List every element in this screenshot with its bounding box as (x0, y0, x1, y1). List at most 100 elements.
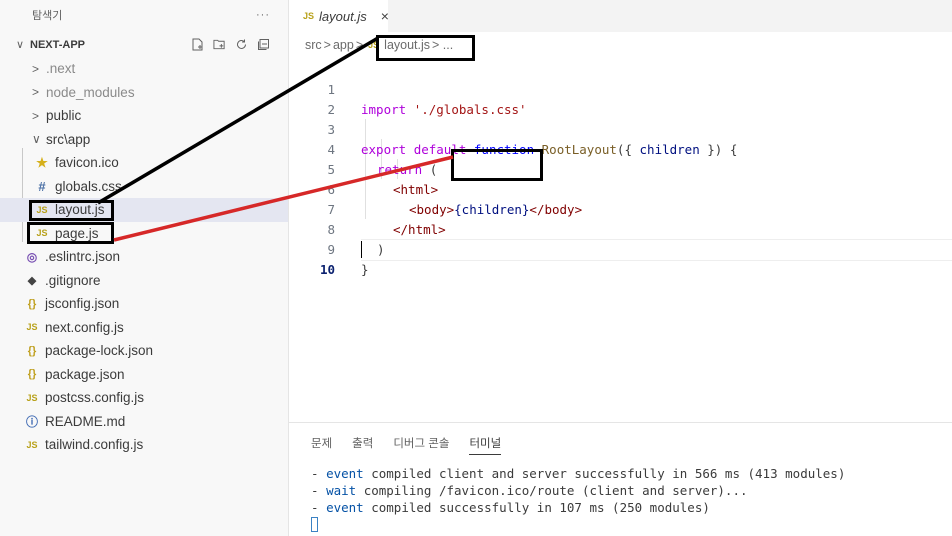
tree-item-label: package.json (45, 366, 125, 382)
css-file-icon: # (38, 178, 46, 194)
tree-item-label: jsconfig.json (45, 296, 120, 312)
code-line: 8 ) (289, 200, 952, 257)
eslint-file-icon: ◎ (26, 249, 38, 264)
code-line: 5 <html> (289, 140, 952, 197)
terminal-output[interactable]: - event compiled client and server succe… (311, 465, 845, 532)
tree-item-gitignore[interactable]: ◆ .gitignore (0, 269, 288, 293)
code-editor[interactable]: 1 import './globals.css' 2 3 export defa… (289, 60, 952, 277)
code-line: 6 <body>{children}</body> (289, 160, 952, 217)
tree-item-label: globals.css (55, 178, 122, 194)
close-icon[interactable]: × (381, 8, 389, 24)
panel-tabs: 문제 출력 디버그 콘솔 터미널 (311, 435, 502, 455)
breadcrumb-separator: > (355, 38, 364, 52)
terminal-text: compiling /favicon.ico/route (client and… (356, 483, 748, 498)
highlight-box-page-js (27, 222, 114, 244)
tree-item-tailwind-config[interactable]: JS tailwind.config.js (0, 433, 288, 457)
tree-item-eslintrc[interactable]: ◎ .eslintrc.json (0, 245, 288, 269)
chevron-down-icon: ∨ (16, 39, 25, 51)
more-actions-icon[interactable]: ··· (256, 9, 270, 21)
star-icon: ★ (36, 154, 48, 170)
breadcrumb-app[interactable]: app (333, 38, 354, 52)
terminal-dash: - (311, 483, 327, 498)
tree-item-label: next.config.js (45, 319, 124, 335)
chevron-right-icon: > (32, 108, 40, 123)
git-file-icon: ◆ (27, 274, 37, 287)
code-line: 10 (289, 240, 952, 277)
terminal-keyword: wait (326, 483, 357, 498)
refresh-icon[interactable] (235, 38, 248, 51)
new-file-icon[interactable] (191, 38, 204, 51)
text-cursor (361, 241, 362, 258)
tab-debug-console[interactable]: 디버그 콘솔 (393, 435, 449, 455)
tree-item-label: postcss.config.js (45, 390, 145, 406)
tree-item-label: tailwind.config.js (45, 437, 144, 453)
bottom-panel: 문제 출력 디버그 콘솔 터미널 - event compiled client… (289, 422, 952, 536)
tab-label: layout.js (319, 8, 367, 24)
tree-item-label: .eslintrc.json (45, 249, 121, 265)
chevron-down-icon: ∨ (32, 132, 41, 147)
json-file-icon: {} (27, 344, 37, 357)
project-folder[interactable]: ∨ NEXT-APP (0, 33, 288, 56)
tree-item-label: package-lock.json (45, 343, 154, 359)
js-file-icon: JS (26, 392, 38, 403)
info-icon: ⓘ (25, 414, 38, 429)
tree-item-next-config[interactable]: JS next.config.js (0, 316, 288, 340)
highlight-box-children (451, 149, 543, 181)
code-line: 4 return ( (289, 120, 952, 177)
terminal-dash: - (311, 500, 327, 515)
breadcrumb-separator: > (323, 38, 331, 52)
tree-item-jsconfig[interactable]: {} jsconfig.json (0, 292, 288, 316)
highlight-box-layout-js (29, 200, 114, 221)
file-tree: > .next > node_modules > public ∨ src\ap… (0, 57, 288, 457)
tab-problems[interactable]: 문제 (311, 435, 332, 455)
code-line: 9 } (289, 220, 952, 277)
tree-item-next[interactable]: > .next (0, 57, 288, 81)
terminal-line: - wait compiling /favicon.ico/route (cli… (311, 482, 845, 499)
json-file-icon: {} (27, 297, 37, 310)
tree-item-label: favicon.ico (55, 155, 119, 171)
project-name: NEXT-APP (30, 38, 86, 51)
terminal-text: compiled successfully in 107 ms (250 mod… (363, 500, 710, 515)
tree-item-readme[interactable]: ⓘ README.md (0, 410, 288, 434)
terminal-line: - event compiled client and server succe… (311, 465, 845, 482)
js-file-icon: JS (26, 322, 38, 333)
tree-item-public[interactable]: > public (0, 104, 288, 128)
tree-item-label: node_modules (46, 84, 135, 100)
js-file-icon: JS (303, 11, 315, 21)
highlight-box-breadcrumb (376, 35, 475, 61)
editor-tab-bar: JS layout.js × (289, 0, 952, 32)
js-file-icon: JS (26, 439, 38, 450)
terminal-keyword: event (326, 500, 364, 515)
tree-item-postcss-config[interactable]: JS postcss.config.js (0, 386, 288, 410)
tree-item-node-modules[interactable]: > node_modules (0, 81, 288, 105)
tree-item-label: .gitignore (45, 272, 101, 288)
tree-item-favicon[interactable]: ★ favicon.ico (0, 151, 288, 175)
tab-layout-js[interactable]: JS layout.js × (289, 0, 389, 32)
breadcrumb-src[interactable]: src (305, 38, 322, 52)
tree-item-package-json[interactable]: {} package.json (0, 363, 288, 387)
chevron-right-icon: > (32, 61, 40, 76)
collapse-all-icon[interactable] (257, 38, 270, 51)
terminal-text: compiled client and server successfully … (363, 466, 846, 481)
tree-item-package-lock[interactable]: {} package-lock.json (0, 339, 288, 363)
terminal-line: - event compiled successfully in 107 ms … (311, 499, 845, 516)
terminal-keyword: event (326, 466, 364, 481)
code-line: 1 import './globals.css' (289, 60, 952, 117)
tab-terminal[interactable]: 터미널 (469, 435, 502, 455)
tree-item-label: README.md (45, 413, 126, 429)
punctuation: } (361, 262, 369, 277)
json-file-icon: {} (27, 368, 37, 381)
tree-item-src-app[interactable]: ∨ src\app (0, 128, 288, 152)
explorer-sidebar: 탐색기 ··· ∨ NEXT-APP > .next > node_module… (0, 0, 289, 536)
tab-output[interactable]: 출력 (352, 435, 373, 455)
code-line: 2 (289, 80, 952, 117)
code-line: 7 </html> (289, 180, 952, 237)
tree-item-label: public (46, 108, 82, 124)
tree-item-globals-css[interactable]: # globals.css (0, 175, 288, 199)
line-number-active: 10 (319, 262, 335, 277)
tree-item-label: .next (46, 61, 76, 77)
code-line: 3 export default function RootLayout({ c… (289, 100, 952, 157)
explorer-title: 탐색기 (32, 10, 63, 22)
explorer-actions (191, 38, 270, 51)
new-folder-icon[interactable] (213, 38, 226, 51)
